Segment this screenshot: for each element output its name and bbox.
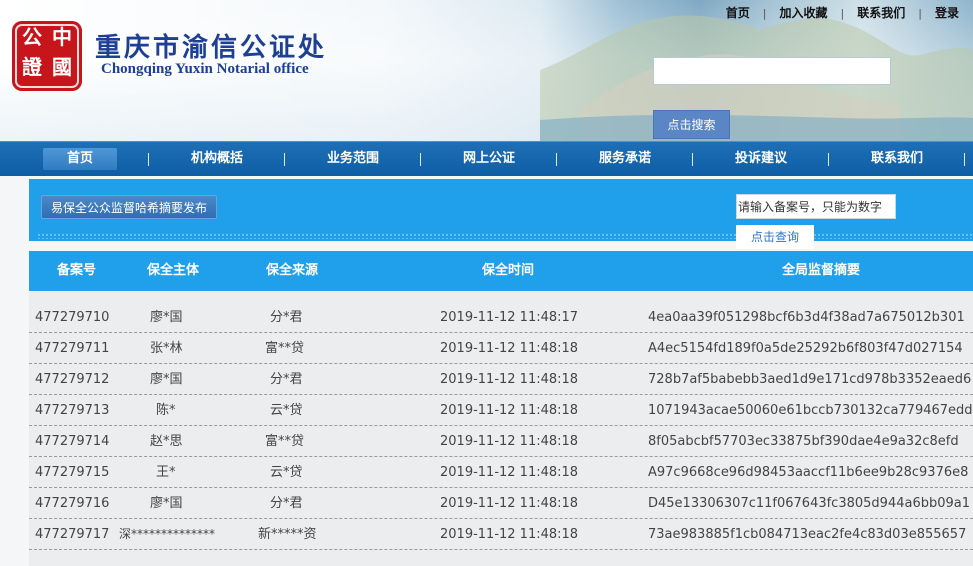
case-number-input[interactable]: [736, 194, 896, 219]
cell-source: 富**贷: [265, 341, 305, 356]
cell-source: 云*贷: [270, 403, 303, 418]
nav-divider: [284, 153, 285, 166]
table-header: 备案号 保全主体 保全来源 保全时间 全局监督摘要: [29, 251, 973, 291]
banner-dotted-line: [37, 233, 973, 239]
nav-divider: [964, 153, 965, 166]
table-body: 477279710 廖*国 分*君 2019-11-12 11:48:17 4e…: [29, 291, 973, 566]
column-header-source: 保全来源: [266, 263, 319, 278]
cell-digest: A97c9668ce96d98453aaccf11b6ee9b28c9376e8: [648, 465, 969, 480]
cell-time: 2019-11-12 11:48:18: [440, 341, 579, 356]
seal-char-4: 證: [22, 55, 42, 79]
column-header-id: 备案号: [57, 263, 97, 278]
table-row: 477279711 张*林 富**贷 2019-11-12 11:48:18 A…: [29, 333, 973, 364]
nav-divider: [692, 153, 693, 166]
cell-digest: 1071943acae50060e61bccb730132ca779467edd: [648, 403, 973, 418]
cell-time: 2019-11-12 11:48:18: [440, 434, 579, 449]
cell-subject: 廖*国: [150, 496, 183, 511]
seal-char-1: 中: [52, 25, 72, 49]
table-row: 477279716 廖*国 分*君 2019-11-12 11:48:18 D4…: [29, 488, 973, 519]
cell-digest: A4ec5154fd189f0a5de25292b6f803f47d027154: [648, 341, 963, 356]
cell-digest: 8f05abcbf57703ec33875bf390dae4e9a32c8efd: [648, 434, 959, 449]
nav-divider: [148, 153, 149, 166]
nav-item-overview[interactable]: 机构概括: [180, 142, 254, 176]
seal-char-3: 公: [22, 25, 42, 49]
brand-name-english: Chongqing Yuxin Notarial office: [101, 61, 309, 77]
cell-time: 2019-11-12 11:48:17: [440, 310, 579, 325]
cell-id: 477279715: [35, 465, 110, 480]
cell-id: 477279717: [35, 527, 110, 542]
cell-digest: 73ae983885f1cb084713eac2fe4c83d03e855657: [648, 527, 967, 542]
nav-item-complaint[interactable]: 投诉建议: [724, 142, 798, 176]
cell-source: 云*贷: [270, 465, 303, 480]
notary-seal-logo: 中 國 公 證: [12, 21, 82, 91]
cell-id: 477279710: [35, 310, 110, 325]
nav-item-contact[interactable]: 联系我们: [860, 142, 934, 176]
cell-time: 2019-11-12 11:48:18: [440, 403, 579, 418]
cell-source: 分*君: [270, 310, 303, 325]
cell-digest: 728b7af5babebb3aed1d9e171cd978b3352eaed6: [648, 372, 972, 387]
nav-divider: [420, 153, 421, 166]
cell-digest: 4ea0aa39f051298bcf6b3d4f38ad7a675012b301: [648, 310, 965, 325]
top-links: 首页 | 加入收藏 | 联系我们 | 登录: [713, 4, 965, 20]
seal-char-2: 國: [52, 55, 72, 79]
column-header-time: 保全时间: [482, 263, 535, 278]
site-search-button[interactable]: 点击搜索: [653, 110, 730, 139]
nav-item-online-notary[interactable]: 网上公证: [452, 142, 526, 176]
main-nav: 首页 机构概括 业务范围 网上公证 服务承诺 投诉建议 联系我们: [0, 141, 973, 176]
column-header-subject: 保全主体: [147, 263, 200, 278]
publish-digest-button[interactable]: 易保全公众监督哈希摘要发布: [41, 195, 217, 219]
nav-item-home[interactable]: 首页: [43, 148, 117, 170]
table-row: 477279710 廖*国 分*君 2019-11-12 11:48:17 4e…: [29, 302, 973, 333]
cell-subject: 廖*国: [150, 310, 183, 325]
cell-subject: 王*: [156, 465, 176, 480]
nav-item-commitment[interactable]: 服务承诺: [588, 142, 662, 176]
site-search-input[interactable]: [653, 57, 891, 85]
cell-id: 477279716: [35, 496, 110, 511]
column-header-digest: 全局监督摘要: [782, 263, 861, 278]
cell-time: 2019-11-12 11:48:18: [440, 372, 579, 387]
cell-digest: D45e13306307c11f067643fc3805d944a6bb09a1: [648, 496, 971, 511]
top-link-home[interactable]: 首页: [713, 4, 763, 21]
nav-divider: [828, 153, 829, 166]
cell-subject: 张*林: [150, 341, 183, 356]
cell-subject: 陈*: [156, 403, 176, 418]
cell-source: 分*君: [270, 372, 303, 387]
site-header: 中 國 公 證 重庆市渝信公证处 Chongqing Yuxin Notaria…: [0, 0, 973, 141]
table-row: 477279715 王* 云*贷 2019-11-12 11:48:18 A97…: [29, 457, 973, 488]
top-link-favorite[interactable]: 加入收藏: [767, 4, 841, 21]
query-button[interactable]: 点击查询: [736, 225, 814, 249]
table-row: 477279713 陈* 云*贷 2019-11-12 11:48:18 107…: [29, 395, 973, 426]
table-row: 477279714 赵*思 富**贷 2019-11-12 11:48:18 8…: [29, 426, 973, 457]
cell-source: 富**贷: [265, 434, 305, 449]
cell-time: 2019-11-12 11:48:18: [440, 496, 579, 511]
cell-id: 477279714: [35, 434, 110, 449]
cell-source: 新*****资: [258, 527, 317, 542]
cell-id: 477279711: [35, 341, 110, 356]
cell-subject: 廖*国: [150, 372, 183, 387]
nav-item-business[interactable]: 业务范围: [316, 142, 390, 176]
cell-id: 477279713: [35, 403, 110, 418]
brand-name-chinese: 重庆市渝信公证处: [95, 33, 328, 63]
cell-source: 分*君: [270, 496, 303, 511]
cell-subject: 深**************: [119, 527, 216, 541]
top-link-login[interactable]: 登录: [922, 4, 965, 21]
cell-id: 477279712: [35, 372, 110, 387]
nav-divider: [556, 153, 557, 166]
cell-time: 2019-11-12 11:48:18: [440, 527, 579, 542]
top-link-contact[interactable]: 联系我们: [844, 4, 918, 21]
table-row: 477279712 廖*国 分*君 2019-11-12 11:48:18 72…: [29, 364, 973, 395]
cell-subject: 赵*思: [150, 434, 183, 449]
table-row: 477279717 深************** 新*****资 2019-1…: [29, 519, 973, 550]
cell-time: 2019-11-12 11:48:18: [440, 465, 579, 480]
